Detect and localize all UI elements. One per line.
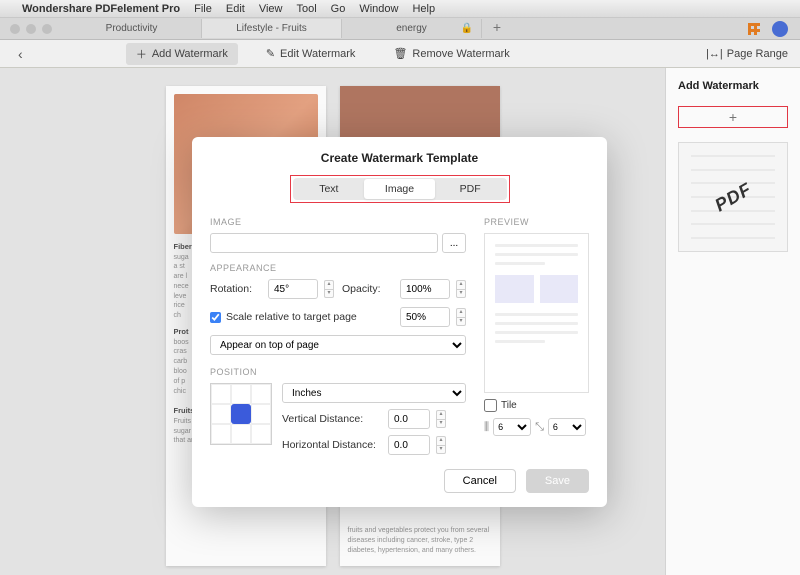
opacity-spinner[interactable]: ▴▾	[456, 280, 466, 298]
tile-checkbox[interactable]	[484, 399, 497, 412]
tab-image[interactable]: Image	[364, 179, 435, 199]
scale-label: Scale relative to target page	[226, 311, 357, 323]
hdist-spinner[interactable]: ▴▾	[436, 436, 446, 454]
tile-v-select[interactable]: 6	[548, 418, 586, 436]
image-path-input[interactable]	[210, 233, 438, 253]
position-grid[interactable]	[210, 383, 272, 445]
tile-label: Tile	[501, 400, 517, 411]
modal-title: Create Watermark Template	[210, 151, 589, 165]
watermark-type-segmented: Text Image PDF	[290, 175, 510, 203]
section-image: IMAGE	[210, 217, 466, 227]
layer-select[interactable]: Appear on top of page	[210, 335, 466, 355]
rotation-input[interactable]	[268, 279, 318, 299]
section-preview: PREVIEW	[484, 217, 589, 227]
scale-checkbox[interactable]	[210, 312, 221, 323]
tab-pdf[interactable]: PDF	[435, 179, 506, 199]
preview-box	[484, 233, 589, 393]
scale-spinner[interactable]: ▴▾	[456, 308, 466, 326]
watermark-modal: Create Watermark Template Text Image PDF…	[192, 137, 607, 507]
opacity-input[interactable]	[400, 279, 450, 299]
vdist-input[interactable]	[388, 409, 430, 429]
cancel-button[interactable]: Cancel	[444, 469, 516, 493]
vdist-label: Vertical Distance:	[282, 413, 382, 425]
section-appearance: APPEARANCE	[210, 263, 466, 273]
rotation-label: Rotation:	[210, 283, 262, 295]
opacity-label: Opacity:	[342, 283, 394, 295]
hdist-label: Horizontal Distance:	[282, 439, 382, 451]
hdist-input[interactable]	[388, 435, 430, 455]
tile-v-icon: ⤡	[535, 421, 544, 434]
units-select[interactable]: Inches	[282, 383, 466, 403]
rotation-spinner[interactable]: ▴▾	[324, 280, 334, 298]
tile-h-icon: ⫼	[484, 421, 489, 434]
scale-input[interactable]	[400, 307, 450, 327]
section-position: POSITION	[210, 367, 466, 377]
save-button[interactable]: Save	[526, 469, 589, 493]
vdist-spinner[interactable]: ▴▾	[436, 410, 446, 428]
tab-text[interactable]: Text	[294, 179, 365, 199]
tile-h-select[interactable]: 6	[493, 418, 531, 436]
browse-button[interactable]: ...	[442, 233, 466, 253]
